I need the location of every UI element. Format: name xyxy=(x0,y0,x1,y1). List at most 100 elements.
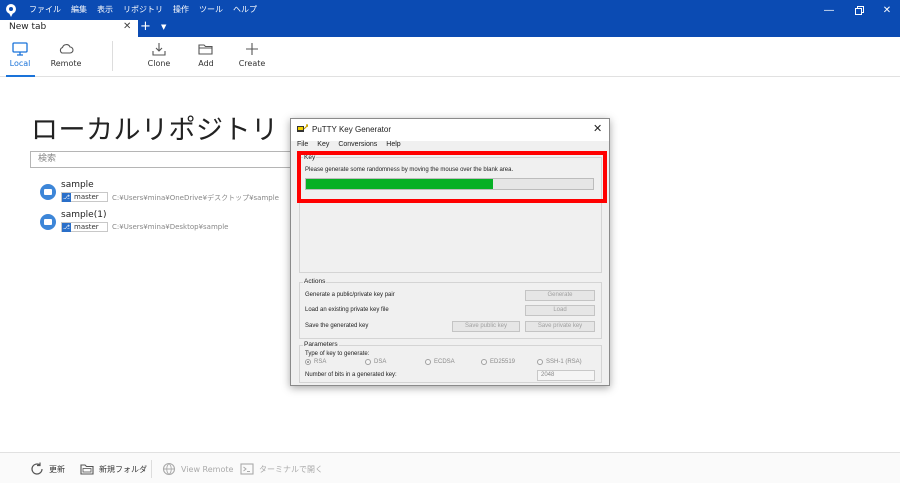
radio-button-icon xyxy=(425,359,431,365)
search-input[interactable]: 検索 xyxy=(30,151,292,168)
open-terminal-label: ターミナルで開く xyxy=(259,464,323,474)
tab-label: New tab xyxy=(9,22,47,32)
toolbar: Local Remote Clone Add Create xyxy=(0,37,900,77)
generate-label: Generate a public/private key pair xyxy=(305,292,395,298)
radio-dsa-label: DSA xyxy=(374,359,387,365)
close-icon: ✕ xyxy=(882,4,892,16)
minimize-icon: ― xyxy=(824,4,834,16)
refresh-button[interactable]: 更新 xyxy=(30,461,65,477)
new-tab-plus-icon[interactable]: + xyxy=(140,19,151,34)
putty-title-bar: PuTTY Key Generator ✕ xyxy=(291,119,609,141)
monitor-icon xyxy=(12,42,28,56)
minimize-button[interactable]: ― xyxy=(814,0,844,20)
restore-button[interactable] xyxy=(844,0,874,20)
app-logo-icon xyxy=(6,4,16,17)
new-folder-button[interactable]: 新規フォルダ xyxy=(80,461,147,477)
menu-actions[interactable]: 操作 xyxy=(168,0,194,20)
add-label: Add xyxy=(198,59,214,68)
globe-icon xyxy=(162,462,176,476)
parameters-group-title: Parameters xyxy=(303,341,339,348)
remote-label: Remote xyxy=(50,59,82,68)
open-terminal-button[interactable]: ターミナルで開く xyxy=(240,461,323,477)
refresh-label: 更新 xyxy=(49,464,65,474)
save-public-key-button[interactable]: Save public key xyxy=(452,321,520,332)
new-folder-label: 新規フォルダ xyxy=(99,464,147,474)
branch-icon: ⎇ xyxy=(62,222,71,232)
terminal-icon xyxy=(240,463,254,475)
list-item[interactable]: sample(1) ⎇ master C:¥Users¥mina¥Desktop… xyxy=(40,210,290,240)
close-window-button[interactable]: ✕ xyxy=(872,0,900,20)
clone-label: Clone xyxy=(147,59,171,68)
putty-menu-bar: File Key Conversions Help xyxy=(297,141,401,151)
active-tab-indicator xyxy=(6,75,35,77)
generate-button[interactable]: Generate xyxy=(525,290,595,301)
create-button[interactable]: Create xyxy=(236,37,268,77)
title-bar: ファイル 編集 表示 リポジトリ 操作 ツール ヘルプ ― ✕ xyxy=(0,0,900,20)
radio-button-icon xyxy=(305,359,311,365)
clone-button[interactable]: Clone xyxy=(143,37,175,77)
download-icon xyxy=(152,43,166,56)
radio-ed25519-label: ED25519 xyxy=(490,359,516,365)
radio-rsa[interactable]: RSA xyxy=(305,359,326,365)
branch-icon: ⎇ xyxy=(62,192,71,202)
view-remote-button[interactable]: View Remote xyxy=(162,461,233,477)
radio-ssh1-rsa[interactable]: SSH-1 (RSA) xyxy=(537,359,582,365)
toolbar-divider xyxy=(112,41,113,71)
menu-view[interactable]: 表示 xyxy=(92,0,118,20)
radio-ed25519[interactable]: ED25519 xyxy=(481,359,515,365)
menu-repository[interactable]: リポジトリ xyxy=(118,0,168,20)
folder-icon xyxy=(40,184,56,200)
branch-badge: ⎇ master xyxy=(61,222,108,232)
repo-path: C:¥Users¥mina¥Desktop¥sample xyxy=(112,223,229,231)
folder-icon xyxy=(40,214,56,230)
tab-strip: New tab ✕ + ▼ xyxy=(0,19,900,37)
load-label: Load an existing private key file xyxy=(305,307,389,313)
putty-menu-conversions[interactable]: Conversions xyxy=(338,141,377,151)
radio-button-icon xyxy=(365,359,371,365)
putty-close-icon[interactable]: ✕ xyxy=(593,122,602,135)
repo-name: sample(1) xyxy=(61,210,107,220)
radio-ecdsa[interactable]: ECDSA xyxy=(425,359,455,365)
create-label: Create xyxy=(238,59,266,68)
list-item[interactable]: sample ⎇ master C:¥Users¥mina¥OneDrive¥デ… xyxy=(40,180,290,210)
repo-name: sample xyxy=(61,180,94,190)
branch-name: master xyxy=(74,193,99,201)
new-folder-icon xyxy=(80,464,94,475)
local-button[interactable]: Local xyxy=(4,37,36,77)
bits-input[interactable]: 2048 xyxy=(537,370,595,381)
radio-button-icon xyxy=(537,359,543,365)
tab-new-tab[interactable]: New tab ✕ xyxy=(0,20,138,37)
add-button[interactable]: Add xyxy=(190,37,222,77)
putty-menu-help[interactable]: Help xyxy=(386,141,400,151)
page-title: ローカルリポジトリ xyxy=(31,115,279,146)
radio-dsa[interactable]: DSA xyxy=(365,359,386,365)
highlight-box xyxy=(297,151,607,203)
branch-badge: ⎇ master xyxy=(61,192,108,202)
local-label: Local xyxy=(9,59,31,68)
bits-label: Number of bits in a generated key: xyxy=(305,372,397,378)
load-button[interactable]: Load xyxy=(525,305,595,316)
menu-edit[interactable]: 編集 xyxy=(66,0,92,20)
remote-button[interactable]: Remote xyxy=(48,37,84,77)
radio-ecdsa-label: ECDSA xyxy=(434,359,455,365)
menu-file[interactable]: ファイル xyxy=(24,0,66,20)
bottom-bar: 更新 新規フォルダ View Remote ターミナルで開く xyxy=(0,452,900,483)
radio-button-icon xyxy=(481,359,487,365)
save-label: Save the generated key xyxy=(305,323,369,329)
tab-close-icon[interactable]: ✕ xyxy=(123,21,131,32)
putty-menu-key[interactable]: Key xyxy=(317,141,329,151)
actions-group-title: Actions xyxy=(303,278,327,285)
menu-help[interactable]: ヘルプ xyxy=(228,0,262,20)
restore-icon xyxy=(854,5,864,15)
refresh-icon xyxy=(31,462,43,475)
menu-tools[interactable]: ツール xyxy=(194,0,228,20)
key-type-label: Type of key to generate: xyxy=(305,351,370,357)
menu-bar: ファイル 編集 表示 リポジトリ 操作 ツール ヘルプ xyxy=(24,0,262,20)
save-private-key-button[interactable]: Save private key xyxy=(525,321,595,332)
folder-open-icon xyxy=(198,44,213,55)
putty-menu-file[interactable]: File xyxy=(297,141,308,151)
tab-dropdown-icon[interactable]: ▼ xyxy=(161,23,166,31)
bottom-divider xyxy=(151,460,152,478)
branch-name: master xyxy=(74,223,99,231)
putty-title: PuTTY Key Generator xyxy=(312,125,391,134)
